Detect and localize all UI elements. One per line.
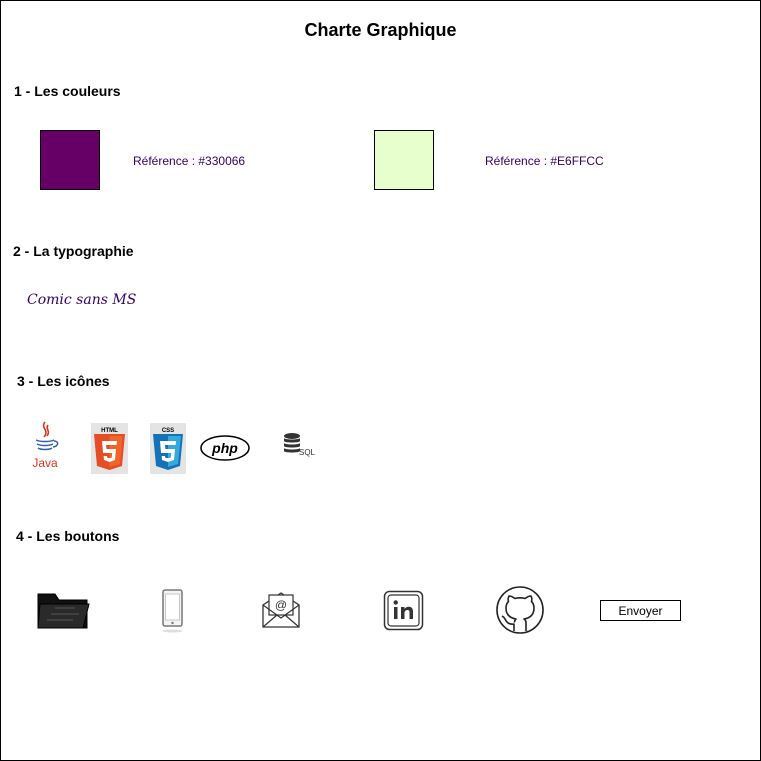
- color-swatch-secondary: [374, 130, 434, 190]
- color-reference-primary: Référence : #330066: [133, 154, 246, 168]
- html5-icon: HTML: [91, 423, 128, 474]
- sql-database-icon: SQL: [284, 433, 316, 457]
- smartphone-icon[interactable]: [160, 588, 186, 634]
- java-label: Java: [32, 456, 58, 470]
- email-icon[interactable]: @: [261, 589, 301, 629]
- svg-text:@: @: [275, 598, 287, 612]
- section-heading-buttons: 4 - Les boutons: [16, 528, 120, 544]
- page-title: Charte Graphique: [304, 20, 457, 40]
- send-button[interactable]: Envoyer: [600, 600, 681, 621]
- php-icon: php: [200, 435, 250, 461]
- sql-label: SQL: [299, 448, 316, 457]
- java-icon: Java: [32, 421, 59, 470]
- section-heading-icons: 3 - Les icônes: [17, 373, 110, 389]
- font-sample: Comic sans MS: [27, 292, 137, 308]
- css3-label: CSS: [162, 428, 174, 434]
- php-label: php: [211, 440, 238, 456]
- section-heading-colors: 1 - Les couleurs: [14, 83, 121, 99]
- folder-icon[interactable]: [35, 588, 91, 632]
- section-heading-typography: 2 - La typographie: [13, 243, 134, 259]
- github-icon[interactable]: [494, 585, 546, 635]
- linkedin-icon[interactable]: [383, 590, 424, 631]
- color-reference-secondary: Référence : #E6FFCC: [485, 154, 604, 168]
- html5-label: HTML: [101, 428, 118, 434]
- color-swatch-primary: [40, 130, 100, 190]
- page-frame: [0, 0, 761, 761]
- css3-icon: CSS: [150, 423, 186, 474]
